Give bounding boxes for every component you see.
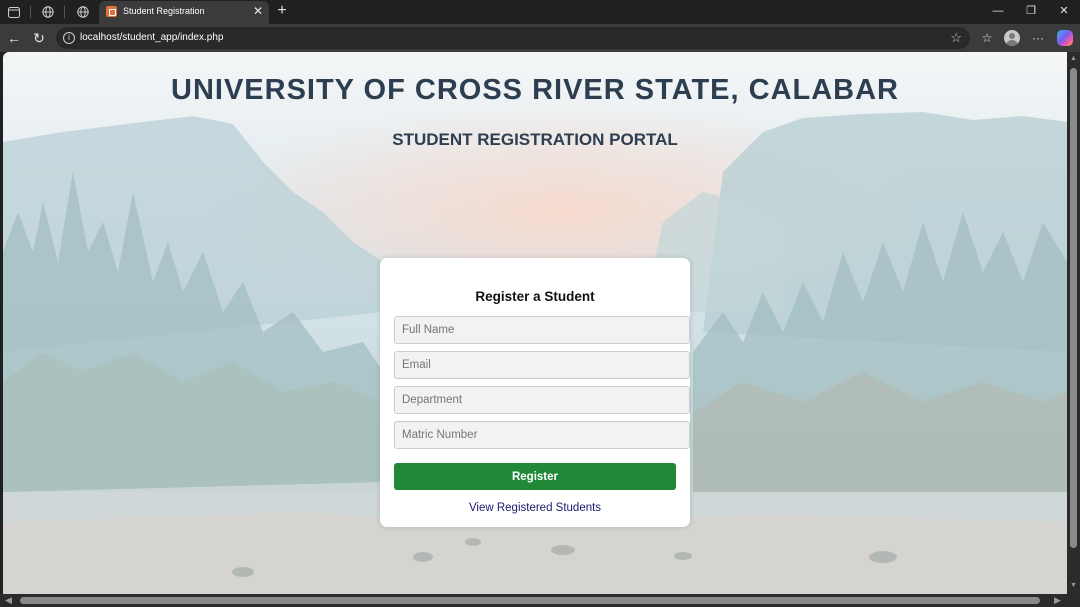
copilot-icon[interactable] bbox=[1057, 30, 1073, 46]
portal-title: STUDENT REGISTRATION PORTAL bbox=[392, 130, 678, 149]
globe-icon[interactable] bbox=[39, 3, 57, 21]
globe-icon[interactable] bbox=[74, 3, 92, 21]
page-viewport: UNIVERSITY OF CROSS RIVER STATE, CALABAR… bbox=[3, 52, 1067, 594]
scrollbar-corner bbox=[1067, 594, 1080, 607]
tab-bar: Student Registration ✕ + — ❐ ✕ bbox=[0, 0, 1080, 24]
register-button[interactable]: Register bbox=[394, 463, 676, 490]
form-title: Register a Student bbox=[475, 289, 595, 304]
favorites-icon[interactable]: ☆ bbox=[978, 29, 996, 47]
scroll-up-icon[interactable]: ▲ bbox=[1070, 55, 1077, 62]
tab-separator bbox=[64, 6, 65, 18]
url-field[interactable]: i localhost/student_app/index.php ☆ bbox=[56, 27, 970, 49]
tab-separator bbox=[30, 6, 31, 18]
tab-title: Student Registration bbox=[123, 6, 205, 16]
scroll-down-icon[interactable]: ▼ bbox=[1070, 582, 1077, 589]
window-close-icon[interactable]: ✕ bbox=[1052, 2, 1076, 20]
url-text[interactable]: localhost/student_app/index.php bbox=[80, 32, 223, 43]
university-title: UNIVERSITY OF CROSS RIVER STATE, CALABAR bbox=[171, 74, 899, 106]
close-icon[interactable]: ✕ bbox=[253, 4, 263, 18]
matric-number-input[interactable] bbox=[394, 421, 690, 449]
sidebar-icon[interactable] bbox=[5, 3, 23, 21]
address-bar: ← ↻ i localhost/student_app/index.php ☆ … bbox=[0, 24, 1080, 52]
registration-form-card: Register a Student Register View Registe… bbox=[380, 258, 690, 527]
plus-icon[interactable]: + bbox=[272, 1, 292, 21]
view-registered-students-link[interactable]: View Registered Students bbox=[380, 502, 690, 514]
vertical-scrollbar[interactable]: ▲ ▼ bbox=[1067, 52, 1080, 594]
back-arrow-icon[interactable]: ← bbox=[5, 29, 23, 47]
scroll-left-icon[interactable]: ◀ bbox=[5, 595, 12, 606]
reload-icon[interactable]: ↻ bbox=[30, 29, 48, 47]
full-name-input[interactable] bbox=[394, 316, 690, 344]
more-icon[interactable]: ··· bbox=[1029, 29, 1047, 47]
restore-icon[interactable]: ❐ bbox=[1019, 2, 1043, 20]
tab-student-registration[interactable]: Student Registration ✕ bbox=[99, 1, 269, 24]
info-icon[interactable]: i bbox=[63, 32, 75, 44]
department-input[interactable] bbox=[394, 386, 690, 414]
vertical-scroll-thumb[interactable] bbox=[1070, 68, 1077, 548]
star-icon[interactable]: ☆ bbox=[950, 30, 962, 46]
xampp-favicon bbox=[106, 6, 117, 17]
scroll-right-icon[interactable]: ▶ bbox=[1054, 595, 1061, 606]
profile-icon[interactable] bbox=[1004, 30, 1020, 46]
horizontal-scrollbar[interactable]: ◀ ▶ bbox=[0, 594, 1067, 607]
minimize-icon[interactable]: — bbox=[986, 2, 1010, 20]
horizontal-scroll-thumb[interactable] bbox=[20, 597, 1040, 604]
email-input[interactable] bbox=[394, 351, 690, 379]
